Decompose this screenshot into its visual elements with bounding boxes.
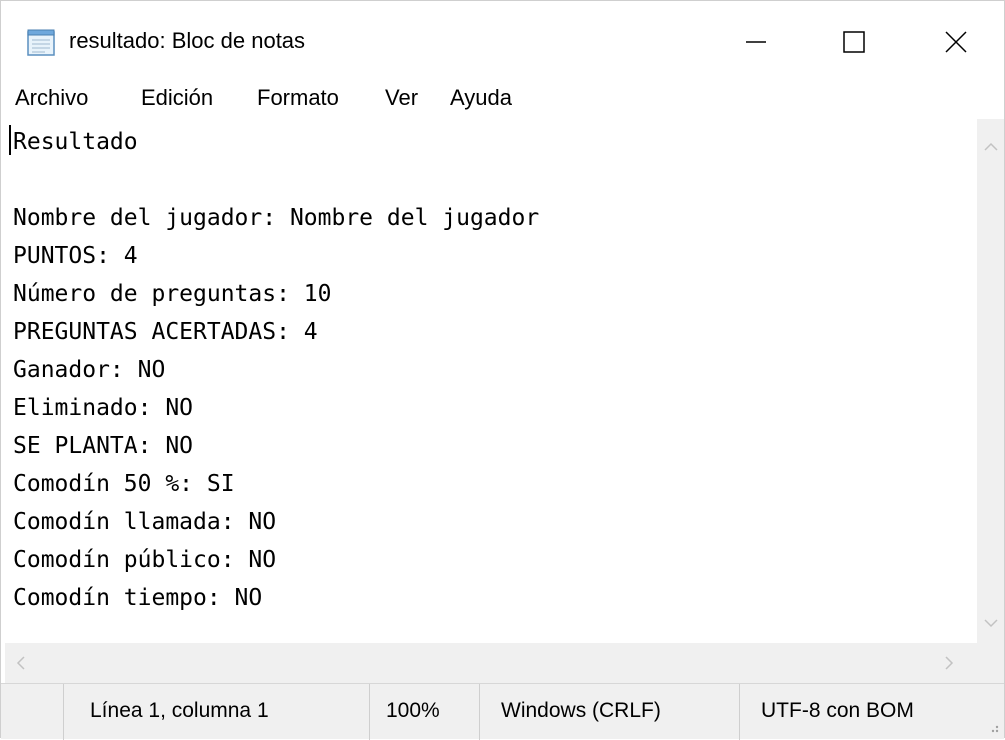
text-line: Ganador: NO (13, 357, 166, 383)
close-icon (945, 31, 967, 53)
text-line: SE PLANTA: NO (13, 433, 194, 459)
menu-bar: Archivo Edición Formato Ver Ayuda (1, 83, 1004, 119)
scroll-left-icon[interactable] (13, 655, 29, 671)
minimize-icon (746, 41, 766, 43)
status-separator (479, 684, 480, 740)
status-bar: Línea 1, columna 1 100% Windows (CRLF) U… (1, 683, 1004, 740)
text-line: PUNTOS: 4 (13, 243, 138, 269)
menu-formato[interactable]: Formato (257, 85, 339, 111)
scroll-down-icon[interactable] (983, 615, 999, 631)
status-separator (739, 684, 740, 740)
maximize-icon (843, 31, 865, 53)
text-line: Resultado (13, 129, 138, 155)
scroll-up-icon[interactable] (983, 139, 999, 155)
menu-archivo[interactable]: Archivo (15, 85, 88, 111)
status-encoding: UTF-8 con BOM (761, 699, 914, 722)
text-line: Comodín público: NO (13, 547, 277, 573)
scrollbar-corner (977, 643, 1004, 683)
status-line-ending: Windows (CRLF) (501, 699, 661, 722)
text-line: Comodín tiempo: NO (13, 585, 263, 611)
close-button[interactable] (911, 1, 1001, 83)
text-caret (9, 125, 11, 155)
text-line: Número de preguntas: 10 (13, 281, 332, 307)
text-editor[interactable]: Resultado Nombre del jugador: Nombre del… (5, 119, 977, 643)
maximize-button[interactable] (809, 1, 899, 83)
vertical-scrollbar[interactable] (977, 119, 1004, 643)
window-title: resultado: Bloc de notas (69, 28, 306, 53)
scroll-right-icon[interactable] (941, 655, 957, 671)
text-line: Comodín llamada: NO (13, 509, 277, 535)
menu-edicion[interactable]: Edición (141, 85, 213, 111)
menu-ver[interactable]: Ver (385, 85, 418, 111)
title-bar[interactable]: resultado: Bloc de notas (1, 1, 1004, 83)
horizontal-scrollbar[interactable] (5, 643, 977, 683)
text-line: PREGUNTAS ACERTADAS: 4 (13, 319, 318, 345)
text-line: Nombre del jugador: Nombre del jugador (13, 205, 540, 231)
notepad-window: resultado: Bloc de notas Archivo Edición… (0, 0, 1005, 740)
status-zoom: 100% (386, 699, 440, 722)
minimize-button[interactable] (711, 1, 801, 83)
text-line: Eliminado: NO (13, 395, 194, 421)
status-cursor-position: Línea 1, columna 1 (90, 699, 269, 722)
notepad-icon (25, 29, 57, 57)
text-line: Comodín 50 %: SI (13, 471, 235, 497)
menu-ayuda[interactable]: Ayuda (450, 85, 512, 111)
resize-grip-icon[interactable] (981, 707, 1001, 735)
status-separator (63, 684, 64, 740)
status-separator (369, 684, 370, 740)
